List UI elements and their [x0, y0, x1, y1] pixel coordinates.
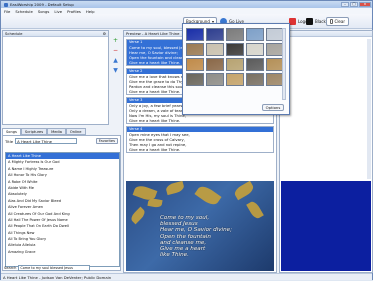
background-popup: Options — [182, 23, 290, 115]
verse-line: Give me a heart like Thine. — [129, 147, 181, 152]
background-thumbnail[interactable] — [246, 58, 264, 71]
background-thumbnails — [186, 28, 284, 86]
leaf-decoration — [246, 199, 264, 221]
leaf-decoration — [165, 181, 185, 196]
menu-schedule[interactable]: Schedule — [15, 9, 32, 14]
live-panel: Live — [279, 30, 373, 273]
verse-line: Give me a heart like Thine. — [129, 118, 181, 123]
library-tabs: Songs Scriptures Media Online — [2, 128, 86, 135]
background-thumbnail[interactable] — [226, 58, 244, 71]
clear-button[interactable]: Clear — [326, 17, 349, 26]
add-icon[interactable]: + — [113, 38, 119, 44]
background-thumbnail[interactable] — [186, 58, 204, 71]
tab-media[interactable]: Media — [47, 128, 66, 135]
list-item[interactable]: Amazing Grace — [6, 249, 119, 255]
tab-online[interactable]: Online — [65, 128, 86, 135]
background-thumbnail[interactable] — [206, 28, 224, 41]
menu-help[interactable]: Help — [86, 9, 95, 14]
background-thumbnail[interactable] — [246, 73, 264, 86]
maximize-button[interactable]: □ — [350, 2, 358, 7]
gear-icon[interactable]: ⚙ — [103, 31, 106, 36]
verse-block[interactable]: Verse 4 Open mine eyes that I may see, G… — [126, 126, 274, 153]
slide-line: Hear me, O Savior divine; — [160, 227, 232, 234]
window-controls: – □ × — [341, 2, 371, 7]
leaf-decoration — [147, 197, 163, 209]
status-bar: A Heart Like Thine - Judson Van DeVenter… — [1, 273, 372, 280]
background-thumbnail[interactable] — [206, 58, 224, 71]
preview-slide: Come to my soul, blessed Jesus Hear me, … — [126, 181, 274, 271]
schedule-header: Schedule ⚙ — [3, 31, 108, 37]
title-label: Title — [5, 138, 14, 144]
search-input[interactable]: Come to my soul blessed Jesus — [18, 264, 91, 271]
songs-panel: Title A Heart Like Thine Favorites A Hea… — [2, 135, 121, 271]
background-thumbnail[interactable] — [186, 28, 204, 41]
app-icon — [4, 2, 8, 7]
slide-text: Come to my soul, blessed Jesus Hear me, … — [160, 215, 232, 258]
move-down-icon[interactable]: ▼ — [113, 68, 119, 74]
background-thumbnail[interactable] — [246, 43, 264, 56]
title-row: Title A Heart Like Thine Favorites — [3, 136, 120, 146]
background-thumbnail[interactable] — [226, 28, 244, 41]
logo-button[interactable]: Logo — [289, 17, 308, 26]
leaf-decoration — [194, 183, 222, 208]
close-button[interactable]: × — [359, 2, 371, 7]
background-thumbnail[interactable] — [206, 73, 224, 86]
favorites-button[interactable]: Favorites — [95, 138, 118, 144]
live-scrollbar[interactable] — [367, 39, 371, 179]
menu-live[interactable]: Live — [54, 9, 62, 14]
popup-scrollbar[interactable] — [282, 28, 286, 100]
tab-songs[interactable]: Songs — [2, 128, 21, 135]
remove-icon[interactable]: − — [113, 48, 119, 54]
logo-icon — [289, 18, 296, 25]
background-thumbnail[interactable] — [206, 43, 224, 56]
status-text: A Heart Like Thine - Judson Van DeVenter… — [3, 275, 112, 280]
live-output-screen — [281, 181, 371, 271]
tab-scriptures[interactable]: Scriptures — [20, 128, 48, 135]
black-button[interactable]: Black — [306, 17, 326, 26]
background-thumbnail[interactable] — [246, 28, 264, 41]
schedule-side-tools: + − ▲ ▼ — [111, 38, 120, 74]
black-label: Black — [315, 19, 326, 24]
schedule-title: Schedule — [5, 31, 23, 36]
options-button[interactable]: Options — [262, 104, 284, 111]
search-label: Search — [4, 265, 17, 270]
search-row: Search Come to my soul blessed Jesus — [2, 264, 121, 271]
background-thumbnail[interactable] — [186, 73, 204, 86]
live-header: Live — [280, 31, 372, 37]
move-up-icon[interactable]: ▲ — [113, 58, 119, 64]
menu-profiles[interactable]: Profiles — [67, 9, 81, 14]
song-list[interactable]: A Heart Like Thine A Mighty Fortress Is … — [5, 152, 120, 267]
window-title: EasiWorship 2009 - Default Setup — [10, 2, 74, 7]
slide-line: like Thine. — [160, 252, 189, 259]
title-bar: EasiWorship 2009 - Default Setup – □ × — [1, 1, 372, 8]
app-window: EasiWorship 2009 - Default Setup – □ × F… — [0, 0, 373, 280]
minimize-button[interactable]: – — [341, 2, 349, 7]
black-screen-icon — [306, 18, 313, 25]
preview-title: Preview - A Heart Like Thine — [126, 31, 180, 36]
clear-icon — [330, 19, 333, 24]
clear-label: Clear — [334, 19, 345, 24]
leaf-decoration — [129, 206, 147, 225]
menu-file[interactable]: File — [4, 9, 10, 14]
title-input[interactable]: A Heart Like Thine — [15, 138, 78, 144]
background-thumbnail[interactable] — [226, 43, 244, 56]
background-thumbnail[interactable] — [226, 73, 244, 86]
background-thumbnail[interactable] — [186, 43, 204, 56]
leaf-decoration — [232, 181, 256, 201]
menu-songs[interactable]: Songs — [38, 9, 50, 14]
schedule-panel: Schedule ⚙ — [2, 30, 109, 125]
